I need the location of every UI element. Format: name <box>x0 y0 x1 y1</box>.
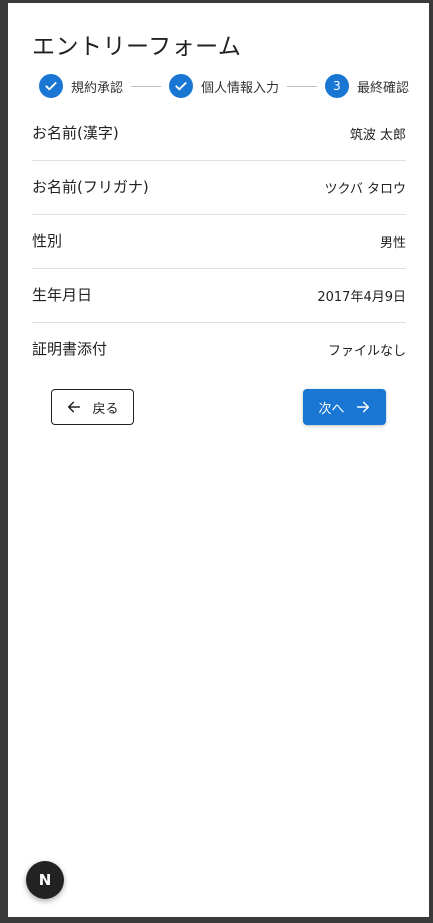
list-item: お名前(フリガナ) ツクバ タロウ <box>32 161 406 215</box>
list-item: 生年月日 2017年4月9日 <box>32 269 406 323</box>
field-label: 性別 <box>32 232 63 250</box>
badge-label: N <box>38 871 52 889</box>
nextjs-icon[interactable]: N <box>26 861 64 899</box>
check-icon <box>39 74 63 98</box>
step-terms: 規約承認 <box>39 74 123 98</box>
confirmation-list: お名前(漢字) 筑波 太郎 お名前(フリガナ) ツクバ タロウ 性別 男性 生年… <box>32 107 406 376</box>
field-label: お名前(漢字) <box>32 124 119 142</box>
field-label: 生年月日 <box>32 286 93 304</box>
field-value: 男性 <box>379 236 406 251</box>
list-item: 証明書添付 ファイルなし <box>32 323 406 376</box>
field-value: 2017年4月9日 <box>317 290 406 305</box>
page-title: エントリーフォーム <box>32 34 242 60</box>
step-label: 個人情報入力 <box>201 80 280 96</box>
next-button-label: 次へ <box>318 401 345 417</box>
step-number-icon: 3 <box>325 74 349 98</box>
step-connector <box>131 85 161 87</box>
arrow-right-icon <box>356 401 369 413</box>
step-personal-info: 個人情報入力 <box>169 74 279 98</box>
stepper: 規約承認 個人情報入力 3 最終確認 <box>39 73 409 99</box>
check-icon <box>169 74 193 98</box>
back-button-label: 戻る <box>92 401 119 417</box>
field-label: 証明書添付 <box>32 340 108 358</box>
back-button[interactable]: 戻る <box>51 389 134 425</box>
next-button[interactable]: 次へ <box>303 389 386 425</box>
arrow-left-icon <box>68 401 81 413</box>
page: エントリーフォーム 規約承認 個人情報入力 3 最終確認 お名前(漢字) 筑波 … <box>8 3 429 917</box>
list-item: お名前(漢字) 筑波 太郎 <box>32 107 406 161</box>
list-item: 性別 男性 <box>32 215 406 269</box>
field-value: ファイルなし <box>327 344 406 359</box>
field-value: 筑波 太郎 <box>349 128 406 143</box>
field-label: お名前(フリガナ) <box>32 178 149 196</box>
step-final-confirmation: 3 最終確認 <box>325 74 409 98</box>
step-label: 最終確認 <box>357 80 410 96</box>
field-value: ツクバ タロウ <box>324 182 406 197</box>
step-connector <box>287 85 317 87</box>
step-label: 規約承認 <box>71 80 124 96</box>
